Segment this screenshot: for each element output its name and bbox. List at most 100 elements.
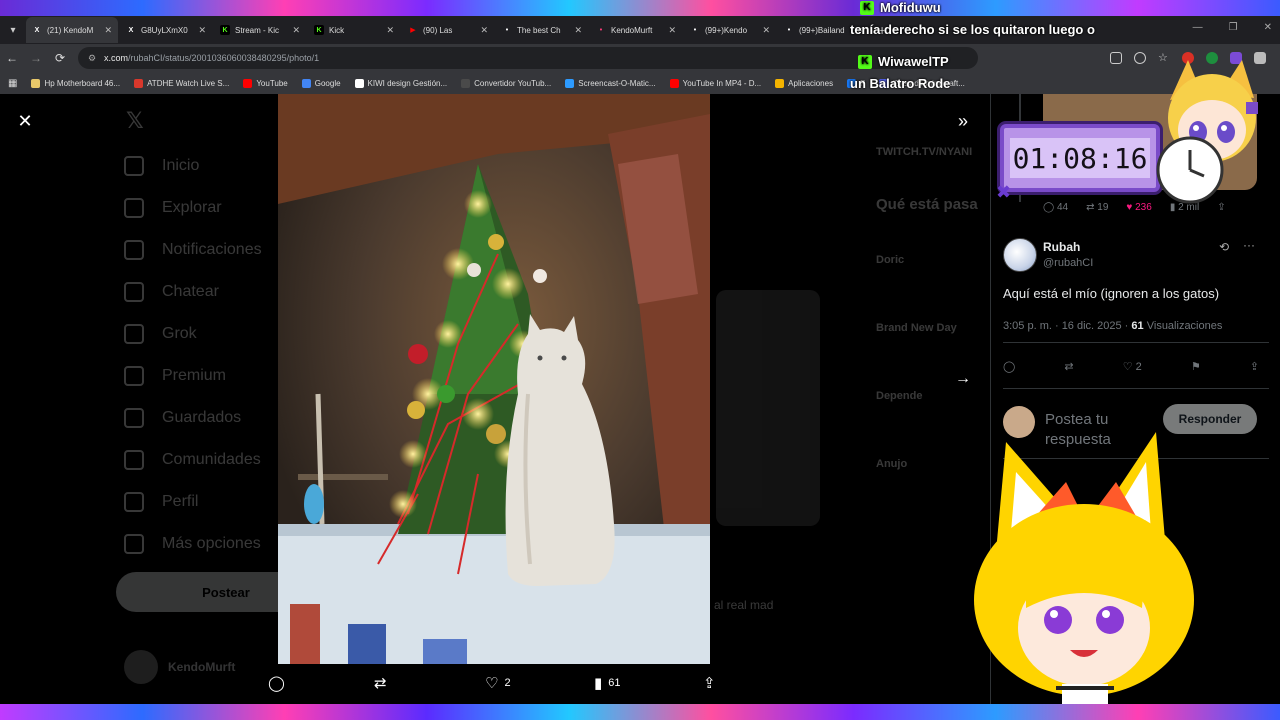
bookmark-item[interactable]: YouTube In MP4 - D...	[669, 78, 762, 88]
browser-tab[interactable]: X (21) KendoM ✕	[26, 17, 118, 43]
share-button[interactable]: ⇪	[1250, 360, 1259, 373]
bookmark-button[interactable]: ⚑	[1191, 360, 1201, 373]
sidebar-item-label: Premium	[162, 367, 227, 384]
chat-username: Mofiduwu	[880, 0, 941, 15]
tab-close-icon[interactable]: ✕	[292, 25, 300, 36]
maximize-icon[interactable]: ❐	[1229, 22, 1238, 33]
divider	[1003, 342, 1269, 343]
like-count: 2	[1135, 360, 1142, 373]
bookmark-item[interactable]: Convertidor YouTub...	[461, 78, 551, 88]
tweet-photo[interactable]	[278, 94, 710, 664]
prev-like-count[interactable]: ♥ 236	[1126, 202, 1151, 213]
author-avatar[interactable]	[1003, 238, 1037, 272]
sidebar-item[interactable]: Guardados	[124, 408, 241, 428]
photo-views-button[interactable]: ▮ 61	[594, 674, 621, 692]
sidebar-item-icon	[124, 324, 144, 344]
minimize-icon[interactable]: —	[1193, 22, 1203, 33]
trend-item[interactable]: Brand New Day	[876, 322, 957, 334]
trend-item[interactable]: Anujo	[876, 458, 907, 470]
browser-tab[interactable]: ▶ (90) Las ✕	[402, 17, 494, 43]
chat-text: un Balatro Rode	[850, 76, 951, 91]
bookmark-item[interactable]: Aplicaciones	[775, 78, 833, 88]
youtube-icon: ▶	[410, 27, 416, 34]
tab-close-icon[interactable]: ✕	[198, 25, 206, 36]
x-logo-icon[interactable]: 𝕏	[126, 108, 144, 134]
chat-text: tenía derecho si se los quitaron luego o	[850, 22, 1095, 37]
sidebar-item[interactable]: Más opciones	[124, 534, 261, 554]
photo-repost-button[interactable]: ⇄	[374, 674, 393, 692]
tab-close-icon[interactable]: ✕	[386, 25, 394, 36]
next-photo-icon[interactable]: →	[952, 368, 974, 390]
sidebar-item[interactable]: Inicio	[124, 156, 199, 176]
bookmark-item[interactable]: YouTube	[243, 78, 288, 88]
browser-tab[interactable]: X G8UyLXmX0 ✕	[120, 17, 212, 43]
trend-item[interactable]: Doric	[876, 254, 904, 266]
reply-button[interactable]: ◯	[1003, 360, 1015, 373]
forward-icon[interactable]: →	[24, 51, 48, 65]
zoom-icon[interactable]	[1134, 52, 1146, 64]
sidebar-item[interactable]: Perfil	[124, 492, 198, 512]
prev-reply-count[interactable]: ◯ 44	[1043, 202, 1068, 213]
sidebar-item[interactable]: Premium	[124, 366, 226, 386]
sidebar-item[interactable]: Grok	[124, 324, 197, 344]
timer-decoration-icon: ✖	[996, 182, 1012, 202]
apps-grid-icon[interactable]: ▦	[8, 78, 17, 89]
middle-card	[716, 290, 820, 526]
window-close-icon[interactable]: ✕	[1264, 22, 1272, 33]
bookmark-item[interactable]: Google	[301, 78, 341, 88]
collapse-panel-icon[interactable]: »	[952, 110, 974, 132]
browser-tab[interactable]: K Stream - Kic ✕	[214, 17, 306, 43]
prev-repost-count[interactable]: ⇄ 19	[1086, 202, 1108, 213]
site-info-icon[interactable]: ⚙	[88, 53, 98, 64]
bookmark-label: YouTube In MP4 - D...	[682, 78, 762, 88]
chat-username: WiwawelTP	[878, 54, 949, 69]
tweet-timestamp[interactable]: 3:05 p. m. · 16 dic. 2025 ·	[1003, 320, 1128, 332]
browser-tab[interactable]: • (99+)Kendo ✕	[684, 17, 776, 43]
bookmark-favicon-icon	[243, 78, 253, 88]
bookmark-item[interactable]: KIWI design Gestión...	[354, 78, 447, 88]
sidebar-item[interactable]: Comunidades	[124, 450, 261, 470]
reload-icon[interactable]: ⟳	[48, 51, 72, 65]
tab-close-icon[interactable]: ✕	[574, 25, 582, 36]
sidebar-item-icon	[124, 492, 144, 512]
tab-close-icon[interactable]: ✕	[668, 25, 676, 36]
respond-button[interactable]: Responder	[1163, 404, 1257, 434]
tab-close-icon[interactable]: ✕	[104, 25, 112, 36]
trend-item[interactable]: Depende	[876, 390, 922, 402]
views-icon: ▮	[594, 675, 603, 692]
photo-share-button[interactable]: ⇪	[703, 674, 722, 692]
tab-close-icon[interactable]: ✕	[762, 25, 770, 36]
tiktok-icon: •	[787, 26, 791, 34]
close-icon[interactable]: ✕	[14, 110, 36, 132]
like-button[interactable]: ♡ 2	[1123, 360, 1142, 374]
bookmark-item[interactable]: Screencast-O-Matic...	[565, 78, 656, 88]
tab-title: (21) KendoM	[47, 25, 94, 35]
stream-timer: 01:08:16 ✖	[996, 124, 1160, 202]
reply-icon: ◯	[268, 675, 285, 692]
author-handle[interactable]: @rubahCI	[1043, 257, 1093, 269]
url-field[interactable]: ⚙ x.com/rubahCI/status/20010360600384802…	[78, 47, 978, 69]
browser-tab[interactable]: • KendoMurft ✕	[590, 17, 682, 43]
browser-tab[interactable]: • The best Ch ✕	[496, 17, 588, 43]
bookmark-favicon-icon	[134, 78, 144, 88]
author-name[interactable]: Rubah	[1043, 240, 1080, 254]
repost-button[interactable]: ⇄	[1064, 360, 1073, 373]
back-icon[interactable]: ←	[0, 51, 24, 65]
photo-reply-button[interactable]: ◯	[268, 674, 291, 692]
bookmark-favicon-icon	[31, 78, 41, 88]
bookmark-label: Screencast-O-Matic...	[578, 78, 656, 88]
bookmark-item[interactable]: ATDHE Watch Live S...	[134, 78, 230, 88]
url-host: x.com	[104, 53, 129, 63]
sidebar-item[interactable]: Notificaciones	[124, 240, 262, 260]
bookmark-item[interactable]: Hp Motherboard 46...	[31, 78, 120, 88]
bookmark-label: ATDHE Watch Live S...	[147, 78, 230, 88]
tab-search-icon[interactable]: ▾	[0, 25, 26, 36]
sidebar-item[interactable]: Explorar	[124, 198, 222, 218]
grok-icon[interactable]: ⟲	[1219, 240, 1229, 254]
browser-tab[interactable]: K Kick ✕	[308, 17, 400, 43]
tab-close-icon[interactable]: ✕	[480, 25, 488, 36]
sidebar-item[interactable]: Chatear	[124, 282, 219, 302]
photo-like-button[interactable]: ♡ 2	[485, 674, 511, 692]
cast-icon[interactable]	[1110, 52, 1122, 64]
more-options-icon[interactable]: ···	[1243, 238, 1255, 252]
